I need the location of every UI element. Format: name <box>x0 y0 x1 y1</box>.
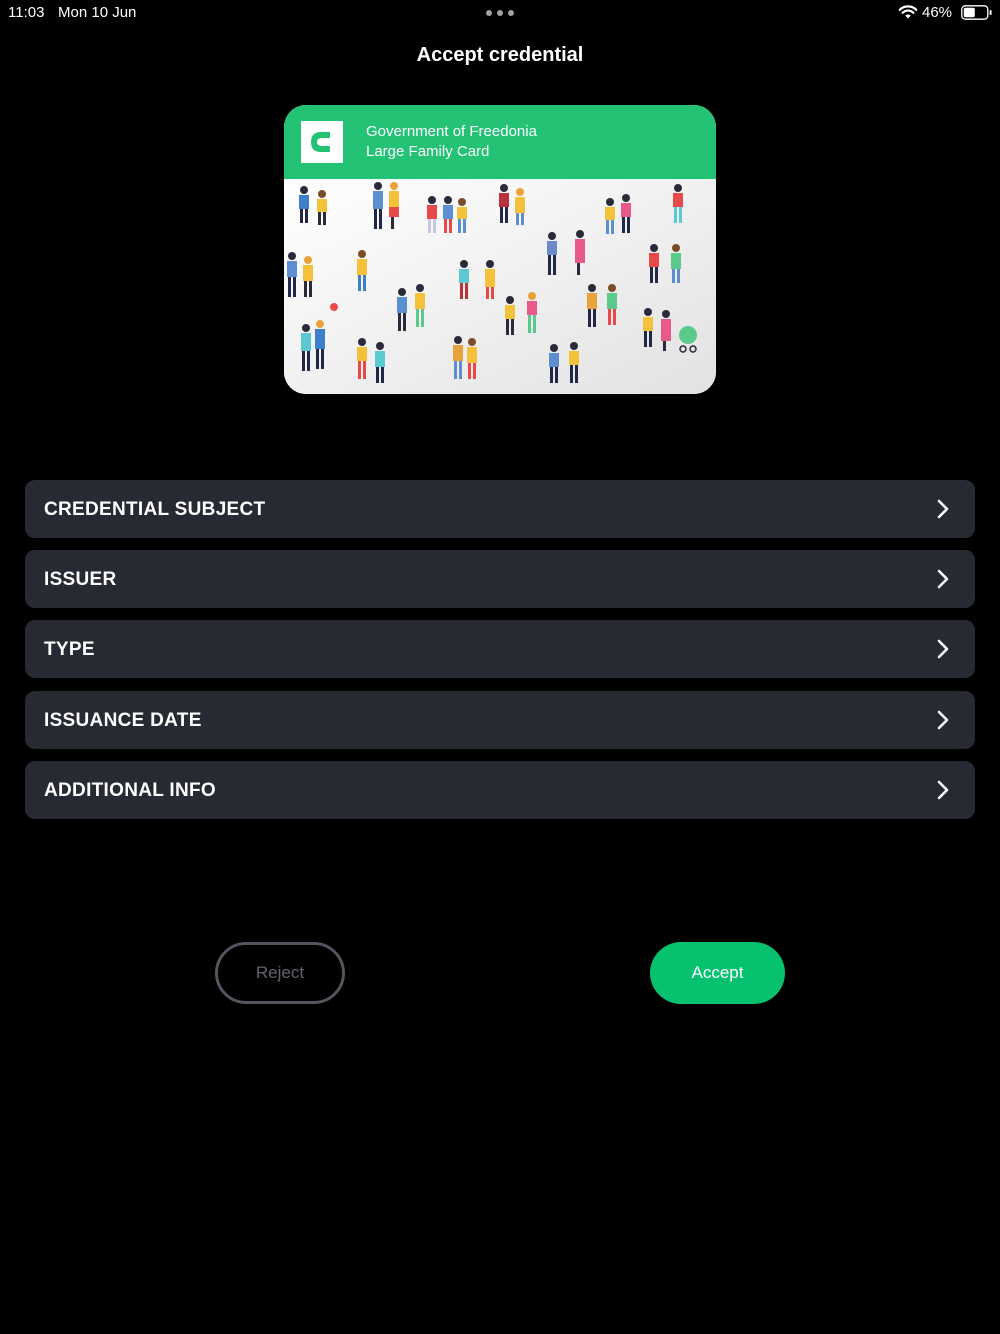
battery-percent: 46% <box>922 4 953 21</box>
chevron-right-icon <box>937 569 949 589</box>
credential-card: Government of Freedonia Large Family Car… <box>284 105 716 394</box>
section-row-additional-info[interactable]: ADDITIONAL INFO <box>25 761 975 819</box>
status-time: 11:03 <box>8 4 45 21</box>
status-bar: 11:03 Mon 10 Jun 46% <box>0 0 1000 26</box>
page-title: Accept credential <box>416 44 584 66</box>
section-label: ISSUER <box>44 569 117 590</box>
card-type: Large Family Card <box>366 143 490 160</box>
section-row-issuer[interactable]: ISSUER <box>25 550 975 608</box>
status-date: Mon 10 Jun <box>58 4 137 21</box>
battery-icon <box>961 5 992 20</box>
chevron-right-icon <box>937 780 949 800</box>
section-label: CREDENTIAL SUBJECT <box>44 499 266 520</box>
chevron-right-icon <box>937 499 949 519</box>
chevron-right-icon <box>937 639 949 659</box>
chevron-right-icon <box>937 710 949 730</box>
section-row-issuance-date[interactable]: ISSUANCE DATE <box>25 691 975 749</box>
section-row-credential-subject[interactable]: CREDENTIAL SUBJECT <box>25 480 975 538</box>
reject-button[interactable]: Reject <box>215 942 345 1004</box>
section-row-type[interactable]: TYPE <box>25 620 975 678</box>
card-header: Government of Freedonia Large Family Car… <box>284 105 716 179</box>
section-label: ADDITIONAL INFO <box>44 780 216 801</box>
section-label: TYPE <box>44 639 95 660</box>
credential-logo-icon <box>301 121 343 163</box>
card-issuer: Government of Freedonia <box>366 123 537 140</box>
wifi-icon <box>898 5 918 19</box>
more-dots-icon[interactable] <box>486 10 514 16</box>
family-illustration <box>284 179 716 394</box>
accept-button[interactable]: Accept <box>650 942 785 1004</box>
section-label: ISSUANCE DATE <box>44 710 202 731</box>
